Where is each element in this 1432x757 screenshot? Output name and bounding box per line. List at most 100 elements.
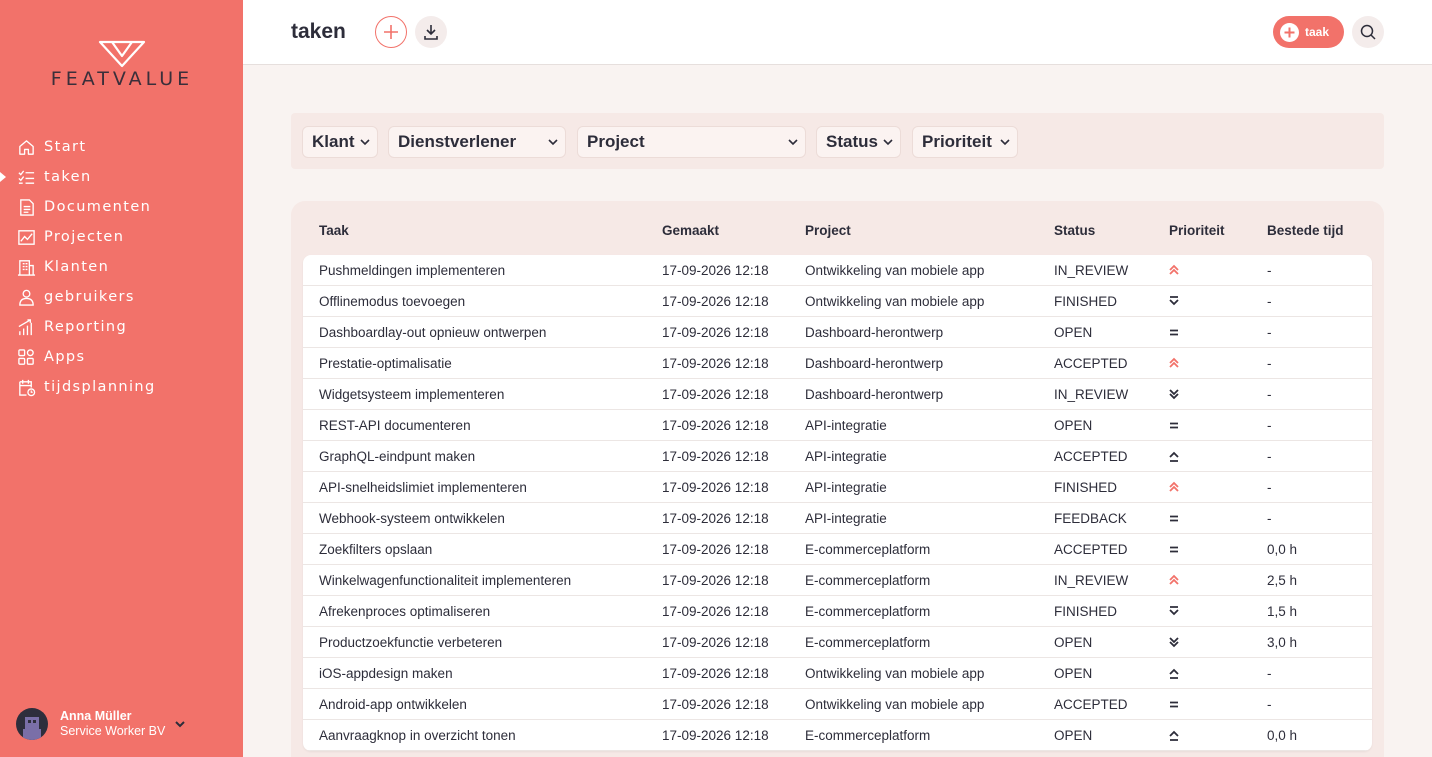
table-row[interactable]: REST-API documenteren 17-09-2026 12:18 API… xyxy=(303,410,1372,441)
page-title: taken xyxy=(291,20,346,43)
col-header-prioriteit[interactable]: Prioriteit xyxy=(1169,223,1225,238)
task-name: API-snelheidslimiet implementeren xyxy=(319,480,527,495)
sidebar-item-start[interactable]: Start xyxy=(0,132,243,162)
task-status: ACCEPTED xyxy=(1054,356,1128,371)
search-button[interactable] xyxy=(1352,16,1384,48)
priority-lowest-icon xyxy=(1169,389,1179,400)
task-time-spent: - xyxy=(1267,449,1272,464)
task-time-spent: - xyxy=(1267,511,1272,526)
priority-highest-icon xyxy=(1169,481,1179,492)
priority-high-icon xyxy=(1169,730,1179,741)
table-row[interactable]: Offlinemodus toevoegen 17-09-2026 12:18 On… xyxy=(303,286,1372,317)
task-name: REST-API documenteren xyxy=(319,418,471,433)
task-status: FINISHED xyxy=(1054,480,1118,495)
table-row[interactable]: GraphQL-eindpunt maken 17-09-2026 12:18 AP… xyxy=(303,441,1372,472)
task-name: iOS-appdesign maken xyxy=(319,666,453,681)
sidebar-item-label: Klanten xyxy=(44,259,110,275)
table-row[interactable]: Dashboardlay-out opnieuw ontwerpen 17-09-… xyxy=(303,317,1372,348)
priority-medium-icon xyxy=(1170,515,1178,522)
table-row[interactable]: Pushmeldingen implementeren 17-09-2026 12… xyxy=(303,255,1372,286)
task-time-spent: - xyxy=(1267,294,1272,309)
table-row[interactable]: iOS-appdesign maken 17-09-2026 12:18 Ontwi… xyxy=(303,658,1372,689)
task-created: 17-09-2026 12:18 xyxy=(662,542,769,557)
table-row[interactable]: Prestatie-optimalisatie 17-09-2026 12:18 D… xyxy=(303,348,1372,379)
task-project: Dashboard-herontwerp xyxy=(805,356,944,371)
new-task-label: taak xyxy=(1305,25,1330,39)
chevron-down-icon[interactable] xyxy=(173,717,187,731)
avatar xyxy=(16,708,48,740)
filter-prioriteit[interactable]: Prioriteit xyxy=(912,126,1018,158)
col-header-project[interactable]: Project xyxy=(805,223,851,238)
col-header-taak[interactable]: Taak xyxy=(319,223,349,238)
brand-name: FEATVALUE xyxy=(50,68,194,90)
task-time-spent: - xyxy=(1267,387,1272,402)
sidebar-item-tijdsplanning[interactable]: tijdsplanning xyxy=(0,372,243,402)
task-name: Dashboardlay-out opnieuw ontwerpen xyxy=(319,325,547,340)
col-header-gemaakt[interactable]: Gemaakt xyxy=(662,223,719,238)
task-name: Webhook-systeem ontwikkelen xyxy=(319,511,505,526)
task-time-spent: 0,0 h xyxy=(1267,728,1298,743)
bar-chart-icon xyxy=(17,318,36,337)
checklist-icon xyxy=(17,168,36,187)
sidebar-item-taken[interactable]: taken xyxy=(0,162,243,192)
table-row[interactable]: API-snelheidslimiet implementeren 17-09-2… xyxy=(303,472,1372,503)
filter-dienstverlener[interactable]: Dienstverlener xyxy=(388,126,566,158)
task-status: IN_REVIEW xyxy=(1054,263,1129,278)
download-button[interactable] xyxy=(415,16,447,48)
table-row[interactable]: Aanvraagknop in overzicht tonen 17-09-202… xyxy=(303,720,1372,751)
task-time-spent: - xyxy=(1267,666,1272,681)
sidebar-item-gebruikers[interactable]: gebruikers xyxy=(0,282,243,312)
user-name: Anna Müller xyxy=(60,709,132,723)
table-row[interactable]: Android-app ontwikkelen 17-09-2026 12:18 O… xyxy=(303,689,1372,720)
sidebar-item-documenten[interactable]: Documenten xyxy=(0,192,243,222)
task-project: Ontwikkeling van mobiele app xyxy=(805,263,985,278)
sidebar-item-reporting[interactable]: Reporting xyxy=(0,312,243,342)
col-header-bestede-tijd[interactable]: Bestede tijd xyxy=(1267,223,1344,238)
sidebar-item-apps[interactable]: Apps xyxy=(0,342,243,372)
table-row[interactable]: Productzoekfunctie verbeteren 17-09-2026 … xyxy=(303,627,1372,658)
table-row[interactable]: Zoekfilters opslaan 17-09-2026 12:18 E-com… xyxy=(303,534,1372,565)
task-status: OPEN xyxy=(1054,325,1093,340)
sidebar-nav: Start taken Documenten Projecten Klanten… xyxy=(0,132,243,402)
chevron-down-icon xyxy=(548,139,558,146)
task-project: API-integratie xyxy=(805,449,887,464)
top-header: taken taak xyxy=(243,0,1432,65)
user-icon xyxy=(17,288,36,307)
logo[interactable]: FEATVALUE xyxy=(36,40,208,90)
col-header-status[interactable]: Status xyxy=(1054,223,1095,238)
table-header: Taak Gemaakt Project Status Prioriteit B… xyxy=(291,223,1384,241)
calendar-clock-icon xyxy=(17,378,36,397)
sidebar-item-projecten[interactable]: Projecten xyxy=(0,222,243,252)
task-name: Productzoekfunctie verbeteren xyxy=(319,635,503,650)
filter-label: Status xyxy=(826,132,878,151)
task-time-spent: - xyxy=(1267,356,1272,371)
filter-label: Prioriteit xyxy=(922,132,992,151)
task-created: 17-09-2026 12:18 xyxy=(662,573,769,588)
user-menu[interactable]: Anna Müller Service Worker BV xyxy=(16,708,187,740)
filter-bar: Klant Dienstverlener Project Status Prio… xyxy=(291,113,1384,169)
chevron-down-icon xyxy=(788,139,798,146)
filter-project[interactable]: Project xyxy=(577,126,806,158)
chevron-down-icon xyxy=(360,139,370,146)
task-project: API-integratie xyxy=(805,480,887,495)
sidebar-item-label: tijdsplanning xyxy=(44,379,156,395)
table-row[interactable]: Winkelwagenfunctionaliteit implementeren… xyxy=(303,565,1372,596)
filter-label: Dienstverlener xyxy=(398,132,517,151)
task-created: 17-09-2026 12:18 xyxy=(662,635,769,650)
document-icon xyxy=(17,198,36,217)
table-row[interactable]: Widgetsysteem implementeren 17-09-2026 12… xyxy=(303,379,1372,410)
sidebar-item-klanten[interactable]: Klanten xyxy=(0,252,243,282)
filter-klant[interactable]: Klant xyxy=(302,126,378,158)
add-button[interactable] xyxy=(375,16,407,48)
task-status: FINISHED xyxy=(1054,294,1118,309)
task-name: Zoekfilters opslaan xyxy=(319,542,433,557)
new-task-button[interactable]: taak xyxy=(1273,16,1344,48)
table-row[interactable]: Afrekenproces optimaliseren 17-09-2026 12… xyxy=(303,596,1372,627)
table-row[interactable]: Webhook-systeem ontwikkelen 17-09-2026 12… xyxy=(303,503,1372,534)
task-project: Dashboard-herontwerp xyxy=(805,325,944,340)
task-status: ACCEPTED xyxy=(1054,542,1128,557)
task-name: Widgetsysteem implementeren xyxy=(319,387,505,402)
sidebar-item-label: Documenten xyxy=(44,199,152,215)
sidebar-item-label: Start xyxy=(44,139,87,155)
filter-status[interactable]: Status xyxy=(816,126,901,158)
